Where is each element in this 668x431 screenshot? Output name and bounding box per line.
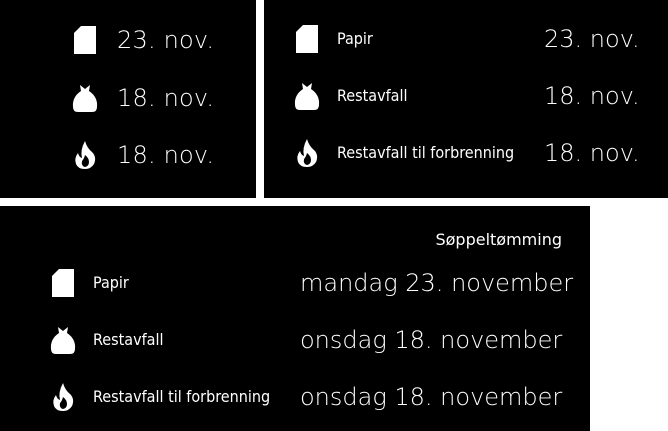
panel-header: Søppeltømming	[435, 230, 562, 249]
collection-row-paper: Papir mandag 23. november	[0, 263, 590, 303]
waste-type-label: Papir	[93, 273, 129, 292]
collection-date: 18. nov.	[117, 141, 215, 169]
waste-type-label: Papir	[337, 29, 373, 48]
collection-row-incineration: 18. nov.	[0, 135, 256, 175]
waste-type-label: Restavfall til forbrenning	[93, 387, 271, 406]
trash-bag-icon	[294, 81, 320, 111]
flame-icon	[50, 382, 76, 412]
collection-date: 18. nov.	[544, 82, 640, 110]
waste-type-label: Restavfall	[93, 330, 164, 349]
compact-collection-panel: 23. nov. 18. nov. 18. nov.	[0, 0, 256, 198]
collection-date: 23. nov.	[544, 25, 640, 53]
collection-date: 23. nov.	[117, 26, 215, 54]
collection-date: 18. nov.	[117, 84, 215, 112]
medium-collection-panel: Papir 23. nov. Restavfall 18. nov. Resta…	[264, 0, 668, 198]
collection-date: mandag 23. november	[300, 269, 574, 297]
trash-bag-icon	[50, 325, 76, 355]
paper-icon	[294, 24, 320, 54]
full-collection-panel: Søppeltømming Papir mandag 23. november …	[0, 206, 590, 431]
collection-row-residual: Restavfall 18. nov.	[264, 76, 668, 116]
collection-row-paper: 23. nov.	[0, 20, 256, 60]
collection-row-incineration: Restavfall til forbrenning 18. nov.	[264, 133, 668, 173]
collection-row-residual: Restavfall onsdag 18. november	[0, 320, 590, 360]
trash-bag-icon	[72, 83, 98, 113]
collection-date: 18. nov.	[544, 139, 640, 167]
collection-date: onsdag 18. november	[300, 383, 563, 411]
waste-type-label: Restavfall til forbrenning	[337, 143, 515, 162]
collection-date: onsdag 18. november	[300, 326, 563, 354]
paper-icon	[50, 268, 76, 298]
paper-icon	[72, 25, 98, 55]
flame-icon	[294, 138, 320, 168]
flame-icon	[72, 140, 98, 170]
collection-row-residual: 18. nov.	[0, 78, 256, 118]
waste-type-label: Restavfall	[337, 86, 408, 105]
collection-row-paper: Papir 23. nov.	[264, 19, 668, 59]
collection-row-incineration: Restavfall til forbrenning onsdag 18. no…	[0, 377, 590, 417]
